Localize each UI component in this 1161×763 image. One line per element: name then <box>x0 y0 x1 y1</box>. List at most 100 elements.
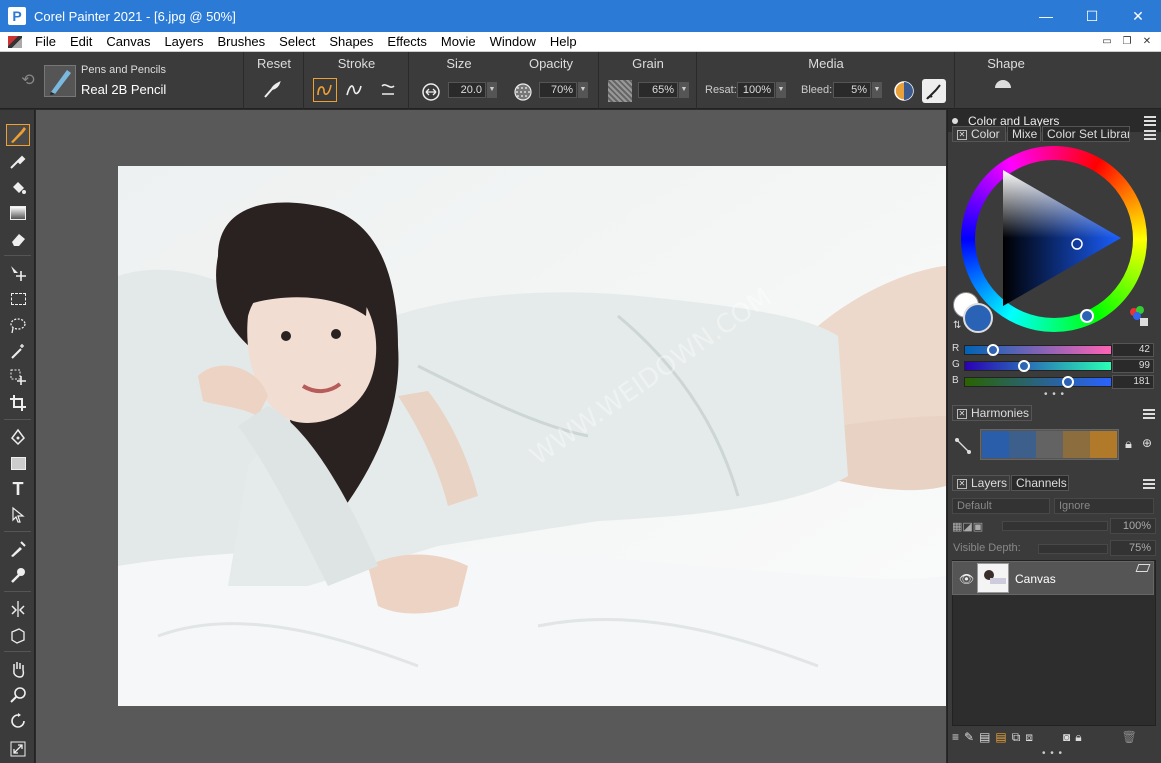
doc-minimize-button[interactable]: ▭ <box>1099 34 1115 49</box>
menu-window[interactable]: Window <box>483 34 543 49</box>
minimize-button[interactable]: — <box>1023 0 1069 32</box>
red-slider[interactable] <box>964 344 1112 356</box>
magnifier-tool-icon[interactable] <box>6 684 30 706</box>
new-layer-icon[interactable]: ▤ <box>979 730 990 748</box>
color-panel-resize-icon[interactable]: • • • <box>1044 389 1065 400</box>
brush-tool-icon[interactable] <box>6 124 30 146</box>
grain-dropdown[interactable]: ▼ <box>679 82 689 98</box>
red-value-input[interactable]: 42 <box>1112 343 1154 357</box>
layer-opacity-slider[interactable] <box>1002 521 1108 531</box>
doc-close-button[interactable]: ✕ <box>1139 34 1155 49</box>
new-watercolor-layer-icon[interactable]: ▤ <box>995 730 1006 748</box>
brush-shape-icon[interactable] <box>995 80 1011 88</box>
harmonies-menu-icon[interactable] <box>1143 409 1155 419</box>
composite-method-select[interactable]: Default <box>952 498 1050 514</box>
paper-texture-icon[interactable] <box>608 80 632 102</box>
size-input[interactable]: 20.0 <box>448 82 486 98</box>
rectangular-selection-tool-icon[interactable] <box>6 288 30 310</box>
harmony-swatch[interactable] <box>982 431 1009 458</box>
menu-shapes[interactable]: Shapes <box>322 34 380 49</box>
layer-mask-icon[interactable]: ◙ <box>1063 730 1070 748</box>
lock-icon[interactable]: 🔒︎ <box>1125 436 1132 452</box>
tab-color[interactable]: ✕ Color <box>952 126 1006 142</box>
opacity-dropdown[interactable]: ▼ <box>578 82 588 98</box>
layer-row-canvas[interactable]: 👁︎ Canvas <box>952 561 1154 595</box>
menu-file[interactable]: File <box>28 34 63 49</box>
menu-brushes[interactable]: Brushes <box>210 34 272 49</box>
resat-input[interactable]: 100% <box>737 82 775 98</box>
tab-harmonies[interactable]: ✕ Harmonies <box>952 405 1032 421</box>
harmony-rule-icon[interactable] <box>954 437 972 455</box>
blue-slider[interactable] <box>964 376 1112 388</box>
crop-tool-icon[interactable] <box>6 392 30 414</box>
tab-channels[interactable]: Channels <box>1011 475 1069 491</box>
straight-stroke-icon[interactable] <box>342 78 366 102</box>
canvas-image[interactable]: WWW.WEIDOWN.COM <box>118 166 946 706</box>
pen-tool-icon[interactable] <box>6 426 30 448</box>
color-mode-icon[interactable] <box>1126 304 1150 328</box>
paint-bucket-tool-icon[interactable] <box>6 176 30 198</box>
blue-value-input[interactable]: 181 <box>1112 375 1154 389</box>
dropper-tool-icon[interactable] <box>6 150 30 172</box>
menu-movie[interactable]: Movie <box>434 34 483 49</box>
green-value-input[interactable]: 99 <box>1112 359 1154 373</box>
green-slider-knob[interactable] <box>1017 360 1030 372</box>
color-panel-menu-icon[interactable] <box>1144 130 1156 140</box>
visible-depth-slider[interactable] <box>1038 544 1108 554</box>
menu-effects[interactable]: Effects <box>380 34 434 49</box>
rectangle-shape-tool-icon[interactable] <box>6 452 30 474</box>
dynamic-plugin-icon[interactable]: ✎ <box>964 730 974 748</box>
tab-mixer[interactable]: Mixe <box>1007 126 1041 142</box>
menu-edit[interactable]: Edit <box>63 34 99 49</box>
brush-library-icon[interactable]: ⟲ <box>16 68 40 92</box>
add-harmony-icon[interactable]: ⊕ <box>1142 436 1152 450</box>
close-panel-icon[interactable]: ✕ <box>957 478 967 489</box>
group-layers-icon[interactable]: ⧈ <box>1025 730 1033 748</box>
clear-brush-icon[interactable] <box>922 79 946 103</box>
lock-layer-icon[interactable]: 🔒︎ <box>1075 730 1081 748</box>
doc-restore-button[interactable]: ❐ <box>1119 34 1135 49</box>
lasso-tool-icon[interactable] <box>6 314 30 336</box>
close-button[interactable]: ✕ <box>1115 0 1161 32</box>
resat-dropdown[interactable]: ▼ <box>776 82 786 98</box>
expand-view-icon[interactable] <box>6 738 30 760</box>
brush-thumbnail[interactable] <box>44 65 76 97</box>
layer-opacity-input[interactable]: 100% <box>1110 518 1156 534</box>
rubber-stamp-tool-icon[interactable] <box>6 564 30 586</box>
blue-slider-knob[interactable] <box>1061 376 1074 388</box>
close-panel-icon[interactable]: ✕ <box>957 408 967 419</box>
stroke-attributes-icon[interactable] <box>376 78 400 102</box>
duplicate-layer-icon[interactable]: ⧉ <box>1012 730 1021 748</box>
harmony-swatch[interactable] <box>1090 431 1117 458</box>
grain-input[interactable]: 65% <box>638 82 678 98</box>
menu-canvas[interactable]: Canvas <box>99 34 157 49</box>
menu-select[interactable]: Select <box>272 34 322 49</box>
visibility-eye-icon[interactable]: 👁︎ <box>959 572 974 586</box>
magic-wand-tool-icon[interactable] <box>6 340 30 362</box>
maximize-button[interactable]: ☐ <box>1069 0 1115 32</box>
tab-layers[interactable]: ✕ Layers <box>952 475 1010 491</box>
freehand-stroke-icon[interactable] <box>313 78 337 102</box>
delete-layer-icon[interactable]: 🗑︎ <box>1122 730 1137 748</box>
layer-attributes-icon[interactable]: ≡ <box>952 730 959 748</box>
text-tool-icon[interactable]: T <box>6 478 30 500</box>
layers-menu-icon[interactable] <box>1143 479 1155 489</box>
harmony-swatch[interactable] <box>1036 431 1063 458</box>
cloner-tool-icon[interactable] <box>6 538 30 560</box>
layer-adjuster-tool-icon[interactable] <box>6 262 30 284</box>
size-dropdown[interactable]: ▼ <box>487 82 497 98</box>
document-workspace[interactable]: WWW.WEIDOWN.COM <box>36 110 946 763</box>
opacity-input[interactable]: 70% <box>539 82 577 98</box>
opacity-icon[interactable] <box>511 80 535 104</box>
brush-selector[interactable]: ⟲ Pens and Pencils Real 2B Pencil <box>0 52 240 109</box>
perspective-guides-tool-icon[interactable] <box>6 624 30 646</box>
dirty-mode-icon[interactable] <box>892 79 916 103</box>
menu-help[interactable]: Help <box>543 34 584 49</box>
grabber-hand-tool-icon[interactable] <box>6 658 30 680</box>
selection-adjuster-tool-icon[interactable] <box>6 366 30 388</box>
mirror-painting-tool-icon[interactable] <box>6 598 30 620</box>
gradient-tool-icon[interactable] <box>6 202 30 224</box>
main-color-swatch[interactable] <box>963 303 993 333</box>
green-slider[interactable] <box>964 360 1112 372</box>
tab-color-set-libraries[interactable]: Color Set Librar <box>1042 126 1130 142</box>
